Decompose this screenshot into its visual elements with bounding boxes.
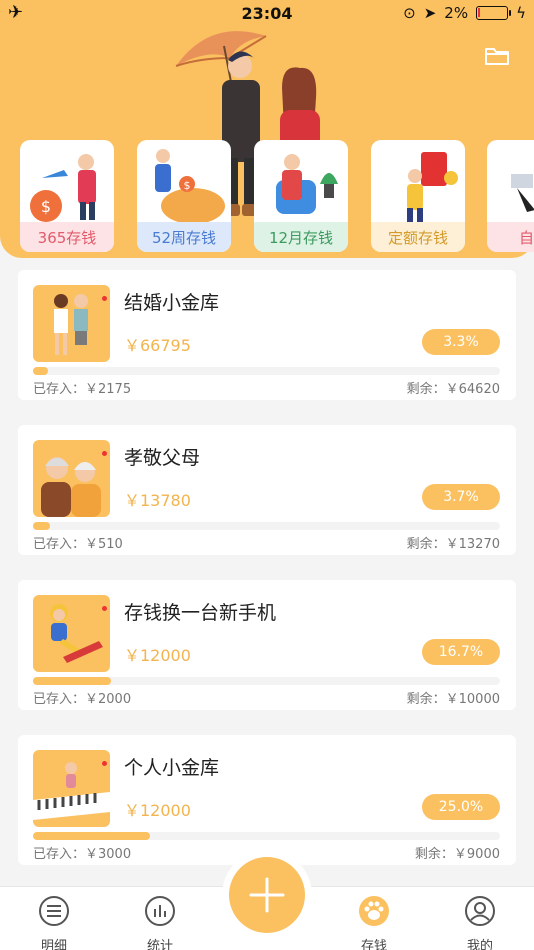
goal-name: 个人小金库	[124, 757, 220, 779]
tab-details[interactable]: 明细	[14, 893, 94, 950]
plan-label: 52周存钱	[137, 222, 231, 252]
skateboarder-illustration	[50, 604, 103, 663]
folder-icon[interactable]	[484, 46, 510, 66]
tab-label: 明细	[40, 939, 67, 950]
goal-saved: 已存入：￥3000	[33, 847, 132, 862]
plan-label: 定额存钱	[371, 222, 465, 252]
goal-saved: 已存入：￥2000	[33, 692, 132, 707]
status-right: ⊙ ➤ 2% ϟ	[403, 4, 526, 22]
plan-label: 365存钱	[20, 222, 114, 252]
piggy-bank-illustration: $	[155, 149, 225, 224]
goal-amount: ￥66795	[124, 336, 191, 355]
goal-progress-fill	[33, 832, 150, 840]
battery-percent: 2%	[444, 4, 469, 22]
watering-money-illustration: $	[30, 154, 96, 222]
laptop-illustration	[511, 174, 534, 212]
plan-card-52week[interactable]: $ 52周存钱	[137, 140, 231, 252]
goal-progress-bar	[33, 832, 500, 840]
user-icon	[465, 896, 495, 926]
goal-card-parents[interactable]: 孝敬父母 ￥13780 3.7% 已存入：￥510 剩余：￥13270	[18, 425, 516, 555]
header-banner: ✈ 23:04 ⊙ ➤ 2% ϟ $ 365存钱 $ 52周存钱 12月存钱 定…	[0, 0, 534, 258]
add-button[interactable]	[229, 857, 305, 933]
goal-progress-fill	[33, 677, 111, 685]
location-icon: ➤	[423, 4, 437, 22]
elderly-couple-illustration	[41, 457, 101, 517]
goal-percent-badge: 3.3%	[422, 329, 500, 355]
goal-thumbnail	[33, 285, 110, 362]
goal-thumbnail	[33, 595, 110, 672]
goal-percent-badge: 16.7%	[422, 639, 500, 665]
piano-girl-illustration	[33, 762, 110, 820]
goal-progress-bar	[33, 367, 500, 375]
battery-icon	[476, 6, 512, 20]
goal-thumbnail	[33, 750, 110, 827]
chair-plant-illustration	[276, 154, 338, 214]
plan-card-free[interactable]: 自由	[487, 140, 534, 252]
goal-percent-badge: 25.0%	[422, 794, 500, 820]
red-envelope-illustration	[407, 152, 458, 222]
chart-icon	[145, 896, 175, 926]
goal-progress-bar	[33, 522, 500, 530]
goal-remaining: 剩余：￥64620	[406, 382, 500, 397]
goal-saved: 已存入：￥2175	[33, 382, 132, 397]
plan-label: 12月存钱	[254, 222, 348, 252]
tab-mine[interactable]: 我的	[440, 893, 520, 950]
goal-progress-fill	[33, 522, 51, 530]
rotation-lock-icon: ⊙	[403, 4, 416, 22]
svg-text:$: $	[41, 197, 51, 216]
goal-progress-bar	[33, 677, 500, 685]
goal-progress-fill	[33, 367, 49, 375]
plan-card-365[interactable]: $ 365存钱	[20, 140, 114, 252]
goal-remaining: 剩余：￥9000	[414, 847, 500, 862]
tab-label: 我的	[466, 939, 493, 950]
svg-text:$: $	[184, 179, 191, 192]
goal-card-phone[interactable]: 存钱换一台新手机 ￥12000 16.7% 已存入：￥2000 剩余：￥1000…	[18, 580, 516, 710]
tab-label: 统计	[146, 939, 173, 950]
tab-label: 存钱	[360, 939, 387, 950]
goal-card-wedding[interactable]: 结婚小金库 ￥66795 3.3% 已存入：￥2175 剩余：￥64620	[18, 270, 516, 400]
goal-remaining: 剩余：￥10000	[406, 692, 500, 707]
goal-thumbnail	[33, 440, 110, 517]
plan-card-12month[interactable]: 12月存钱	[254, 140, 348, 252]
plan-label: 自由	[487, 222, 534, 252]
couple-illustration	[54, 294, 88, 355]
plus-icon	[249, 877, 285, 913]
tab-save[interactable]: 存钱	[334, 893, 414, 950]
plan-cards: $ 365存钱 $ 52周存钱 12月存钱 定额存钱 自	[20, 140, 534, 252]
goal-amount: ￥12000	[124, 801, 191, 820]
charging-icon: ϟ	[516, 4, 526, 22]
goal-amount: ￥13780	[124, 491, 191, 510]
goal-card-personal[interactable]: 个人小金库 ￥12000 25.0% 已存入：￥3000 剩余：￥9000	[18, 735, 516, 865]
goal-saved: 已存入：￥510	[33, 537, 123, 552]
plan-card-fixed[interactable]: 定额存钱	[371, 140, 465, 252]
app-screen: ✈ 23:04 ⊙ ➤ 2% ϟ $ 365存钱 $ 52周存钱 12月存钱 定…	[0, 0, 534, 950]
goal-name: 结婚小金库	[124, 292, 220, 314]
paw-icon	[359, 896, 389, 926]
goal-name: 存钱换一台新手机	[124, 602, 277, 624]
list-icon	[39, 896, 69, 926]
goal-name: 孝敬父母	[124, 447, 201, 469]
tab-stats[interactable]: 统计	[120, 893, 200, 950]
goal-amount: ￥12000	[124, 646, 191, 665]
goal-percent-badge: 3.7%	[422, 484, 500, 510]
goal-remaining: 剩余：￥13270	[406, 537, 500, 552]
